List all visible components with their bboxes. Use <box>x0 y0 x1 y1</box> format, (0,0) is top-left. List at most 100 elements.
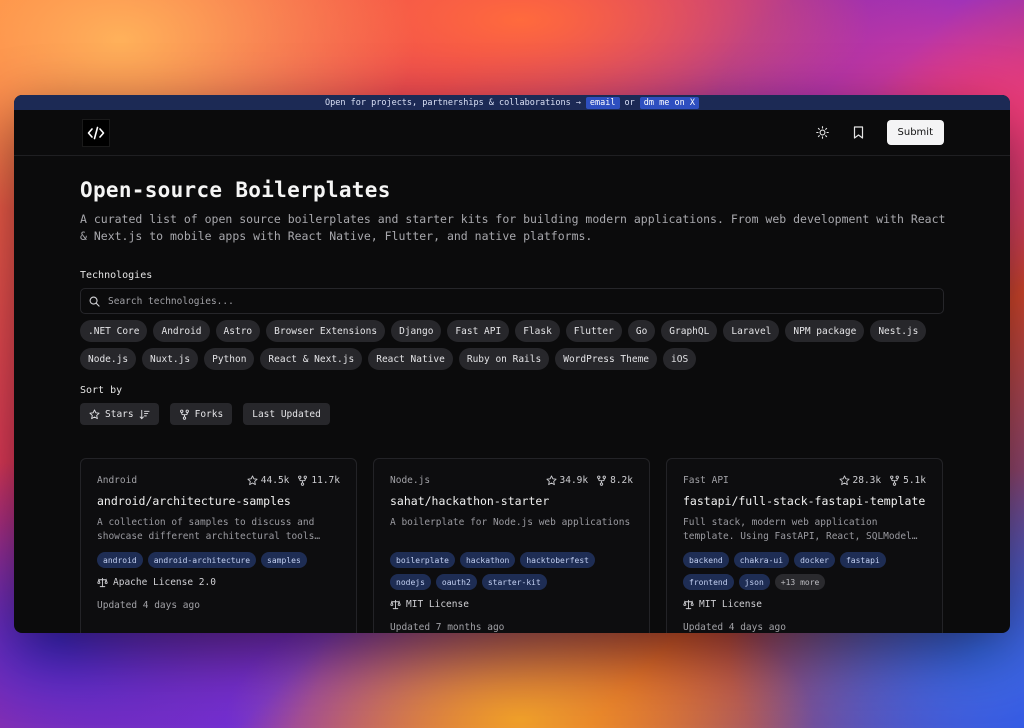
repo-tag[interactable]: samples <box>261 552 307 568</box>
card-technology: Android <box>97 475 138 486</box>
repo-tag[interactable]: backend <box>683 552 729 568</box>
repo-name[interactable]: sahat/hackathon-starter <box>390 494 633 508</box>
star-icon <box>247 475 258 486</box>
navbar: Submit <box>14 110 1010 156</box>
tech-chip[interactable]: Python <box>204 348 255 370</box>
repo-license: Apache License 2.0 <box>97 577 340 588</box>
star-icon <box>89 408 100 419</box>
banner-text: Open for projects, partnerships & collab… <box>325 97 581 108</box>
submit-button[interactable]: Submit <box>886 120 944 145</box>
tech-chip[interactable]: Ruby on Rails <box>458 348 550 370</box>
repo-tags: boilerplate hackathon hacktoberfest node… <box>390 552 633 590</box>
repo-card[interactable]: Android 44.5k 11.7k android/architecture… <box>80 458 357 633</box>
sort-stars-label: Stars <box>105 408 134 420</box>
bookmark-icon[interactable] <box>851 125 867 141</box>
tech-chip[interactable]: iOS <box>663 348 697 370</box>
repo-tag[interactable]: starter-kit <box>481 574 547 590</box>
repo-tags: android android-architecture samples <box>97 552 340 568</box>
search-placeholder: Search technologies... <box>108 295 234 307</box>
fork-count: 8.2k <box>596 475 633 486</box>
repo-tag[interactable]: boilerplate <box>390 552 455 568</box>
repo-tag[interactable]: hackathon <box>459 552 516 568</box>
star-count: 34.9k <box>545 475 589 486</box>
scale-icon <box>390 599 401 610</box>
license-text: Apache License 2.0 <box>113 577 216 588</box>
repo-tags: backend chakra-ui docker fastapi fronten… <box>683 552 926 590</box>
search-input[interactable]: Search technologies... <box>80 288 944 314</box>
scale-icon <box>683 599 694 610</box>
repo-name[interactable]: android/architecture-samples <box>97 494 340 508</box>
sort-stars-button[interactable]: Stars <box>80 403 159 425</box>
star-icon <box>545 475 557 486</box>
tech-chip[interactable]: GraphQL <box>661 320 718 342</box>
repo-name[interactable]: fastapi/full-stack-fastapi-template <box>683 494 926 508</box>
repo-description: Full stack, modern web application templ… <box>683 517 918 542</box>
card-technology: Fast API <box>683 475 729 486</box>
page-title: Open-source Boilerplates <box>80 178 391 202</box>
forks-value: 11.7k <box>311 475 340 486</box>
repo-description: A collection of samples to discuss and s… <box>97 517 321 542</box>
tech-chip[interactable]: Fast API <box>447 320 510 342</box>
star-count: 44.5k <box>247 475 290 486</box>
app-window: Open for projects, partnerships & collab… <box>14 95 1010 633</box>
tech-chip[interactable]: Go <box>627 320 656 342</box>
fork-count: 11.7k <box>297 475 340 486</box>
tech-chip[interactable]: WordPress Theme <box>555 348 658 370</box>
repo-tag[interactable]: android-architecture <box>147 552 257 568</box>
technology-chips: .NET Core Android Astro Browser Extensio… <box>80 320 944 370</box>
more-tags-badge[interactable]: +13 more <box>774 574 826 590</box>
fork-icon <box>298 475 308 486</box>
code-logo-icon[interactable] <box>82 118 110 147</box>
tech-chip[interactable]: React & Next.js <box>260 348 363 370</box>
fork-icon <box>179 409 189 420</box>
email-link[interactable]: email <box>585 96 620 109</box>
tech-chip[interactable]: .NET Core <box>80 320 148 342</box>
tech-chip[interactable]: Nest.js <box>870 320 927 342</box>
sort-last-updated-button[interactable]: Last Updated <box>243 403 330 425</box>
repo-license: MIT License <box>683 599 926 610</box>
sort-forks-button[interactable]: Forks <box>169 403 233 425</box>
repo-updated: Updated 7 months ago <box>390 622 505 633</box>
sun-icon[interactable] <box>815 125 831 141</box>
repo-updated: Updated 4 days ago <box>683 622 786 633</box>
star-count: 28.3k <box>838 475 882 486</box>
fork-count: 5.1k <box>889 475 926 486</box>
stars-value: 44.5k <box>260 475 290 486</box>
license-text: MIT License <box>699 599 762 610</box>
tech-chip[interactable]: NPM package <box>785 320 865 342</box>
repo-cards: Android 44.5k 11.7k android/architecture… <box>80 458 944 633</box>
repo-card[interactable]: Node.js 34.9k 8.2k sahat/hackathon-start… <box>373 458 650 633</box>
scale-icon <box>97 577 108 588</box>
sort-options: Stars Forks Last Updated <box>80 403 944 425</box>
repo-tag[interactable]: android <box>97 552 143 568</box>
repo-license: MIT License <box>390 599 633 610</box>
card-technology: Node.js <box>390 475 431 486</box>
dm-on-x-link[interactable]: dm me on X <box>639 96 699 109</box>
repo-tag[interactable]: frontend <box>683 574 734 590</box>
tech-chip[interactable]: Node.js <box>80 348 137 370</box>
tech-chip[interactable]: Laravel <box>723 320 780 342</box>
repo-tag[interactable]: chakra-ui <box>733 552 790 568</box>
repo-description: A boilerplate for Node.js web applicatio… <box>390 517 631 528</box>
repo-tag[interactable]: json <box>738 574 770 590</box>
technologies-label: Technologies <box>80 270 153 281</box>
tech-chip[interactable]: Android <box>153 320 210 342</box>
tech-chip[interactable]: Nuxt.js <box>142 348 199 370</box>
tech-chip[interactable]: Flutter <box>565 320 622 342</box>
stars-value: 28.3k <box>852 475 882 486</box>
stars-value: 34.9k <box>559 475 589 486</box>
tech-chip[interactable]: React Native <box>368 348 453 370</box>
repo-tag[interactable]: fastapi <box>839 552 886 568</box>
sort-forks-label: Forks <box>194 408 224 420</box>
repo-tag[interactable]: nodejs <box>390 574 431 590</box>
repo-tag[interactable]: docker <box>794 552 835 568</box>
sort-last-updated-label: Last Updated <box>252 408 321 420</box>
tech-chip[interactable]: Astro <box>215 320 261 342</box>
tech-chip[interactable]: Browser Extensions <box>266 320 386 342</box>
repo-tag[interactable]: oauth2 <box>435 574 477 590</box>
tech-chip[interactable]: Flask <box>515 320 560 342</box>
repo-card[interactable]: Fast API 28.3k 5.1k fastapi/full-stack-f… <box>666 458 943 633</box>
banner-or-text: or <box>624 97 635 108</box>
repo-tag[interactable]: hacktoberfest <box>520 552 595 568</box>
tech-chip[interactable]: Django <box>391 320 442 342</box>
